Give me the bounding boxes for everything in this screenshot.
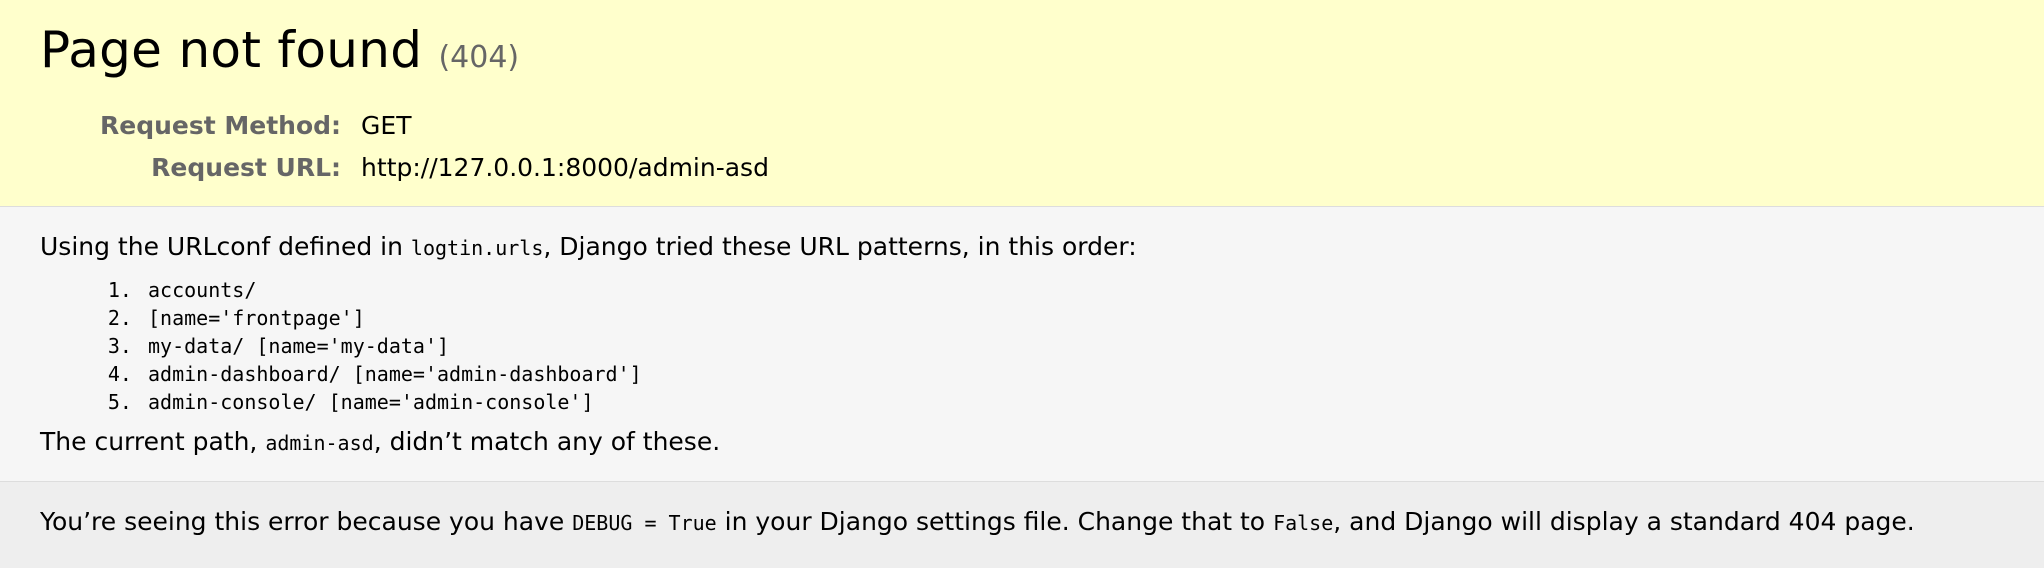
request-method-row: Request Method: GET (100, 104, 769, 146)
explanation-text-after: , and Django will display a standard 404… (1333, 507, 1915, 536)
false-value: False (1273, 511, 1334, 535)
current-path-after: , didn’t match any of these. (373, 427, 721, 456)
current-path: admin-asd (265, 431, 374, 455)
summary-section: Page not found (404) Request Method: GET… (0, 0, 2044, 207)
urlconf-text-before: Using the URLconf defined in (40, 232, 411, 261)
urlconf-message: Using the URLconf defined in logtin.urls… (40, 229, 2044, 266)
explanation-text-middle: in your Django settings file. Change tha… (716, 507, 1274, 536)
url-pattern-item: admin-console/ [name='admin-console'] (144, 388, 2044, 416)
url-pattern-item: my-data/ [name='my-data'] (144, 332, 2044, 360)
request-method-value: GET (361, 110, 412, 140)
request-url-label: Request URL: (151, 152, 342, 182)
info-section: Using the URLconf defined in logtin.urls… (0, 207, 2044, 482)
request-url-row: Request URL: http://127.0.0.1:8000/admin… (100, 146, 769, 188)
page-title-text: Page not found (40, 21, 423, 79)
explanation-message: You’re seeing this error because you hav… (40, 504, 2044, 541)
explanation-section: You’re seeing this error because you hav… (0, 482, 2044, 568)
url-pattern-item: admin-dashboard/ [name='admin-dashboard'… (144, 360, 2044, 388)
current-path-message: The current path, admin-asd, didn’t matc… (40, 424, 2044, 461)
urlconf-text-after: , Django tried these URL patterns, in th… (543, 232, 1137, 261)
request-url-value: http://127.0.0.1:8000/admin-asd (361, 152, 769, 182)
urlconf-module: logtin.urls (410, 236, 544, 260)
url-pattern-item: [name='frontpage'] (144, 304, 2044, 332)
error-page: Page not found (404) Request Method: GET… (0, 0, 2044, 568)
status-code: (404) (438, 40, 520, 75)
explanation-text-before: You’re seeing this error because you hav… (40, 507, 573, 536)
request-meta-table: Request Method: GET Request URL: http://… (100, 104, 769, 188)
page-title: Page not found (404) (40, 22, 2044, 86)
url-patterns-list: accounts/ [name='frontpage'] my-data/ [n… (40, 276, 2044, 416)
current-path-before: The current path, (40, 427, 266, 456)
request-method-label: Request Method: (100, 110, 342, 140)
debug-setting: DEBUG = True (572, 511, 717, 535)
url-pattern-item: accounts/ (144, 276, 2044, 304)
